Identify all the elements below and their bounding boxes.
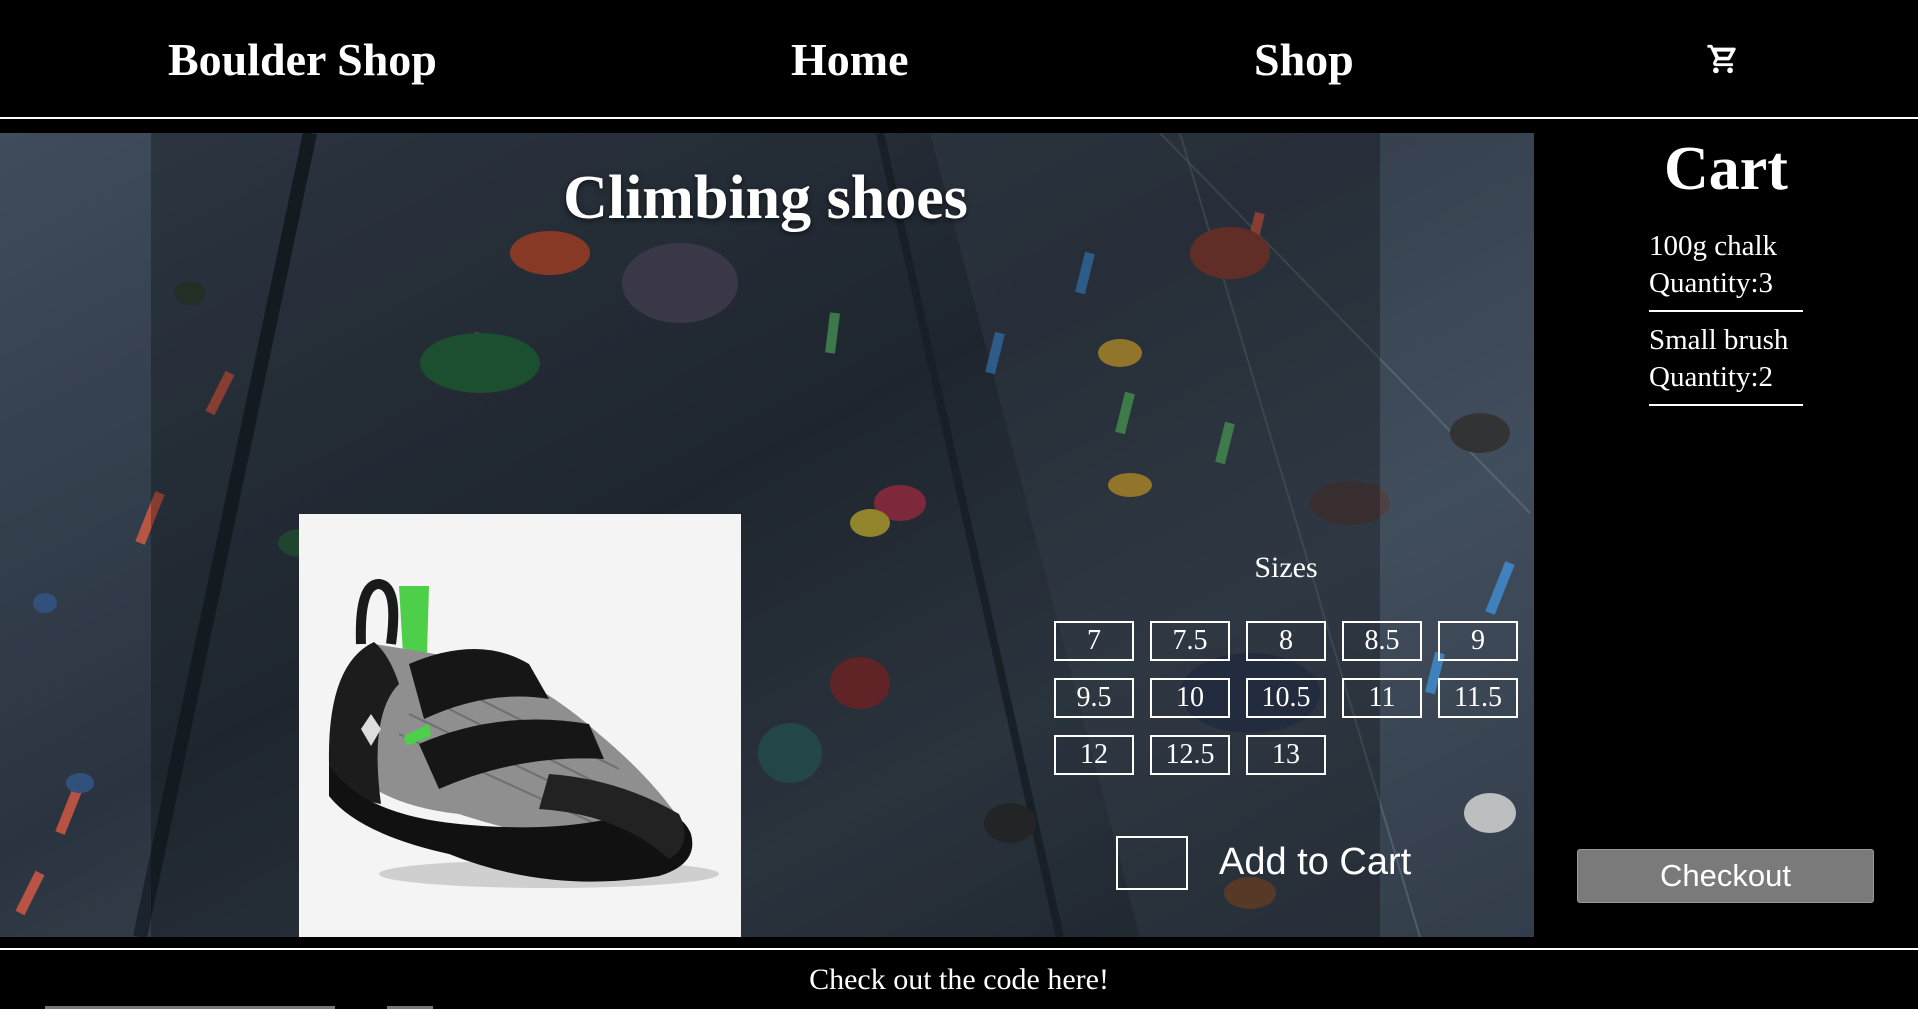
size-option-7-5[interactable]: 7.5	[1150, 621, 1230, 661]
size-option-11[interactable]: 11	[1342, 678, 1422, 718]
size-option-10-5[interactable]: 10.5	[1246, 678, 1326, 718]
nav-home-link[interactable]: Home	[791, 34, 909, 86]
size-option-11-5[interactable]: 11.5	[1438, 678, 1518, 718]
product-title: Climbing shoes	[563, 164, 968, 232]
size-option-9-5[interactable]: 9.5	[1054, 678, 1134, 718]
size-option-8-5[interactable]: 8.5	[1342, 621, 1422, 661]
size-option-10[interactable]: 10	[1150, 678, 1230, 718]
shopping-cart-icon[interactable]	[1706, 42, 1740, 76]
size-option-8[interactable]: 8	[1246, 621, 1326, 661]
site-footer: Check out the code here!	[0, 948, 1918, 1009]
cart-item-quantity: Quantity:2	[1649, 361, 1774, 393]
product-hero: Climbing shoes Sizes 7 7.5 8 8.5 9 9.5 10 10.5 1…	[0, 133, 1534, 937]
cart-item: 100g chalk Quantity:3	[1649, 228, 1803, 312]
cart-item: Small brush Quantity:2	[1649, 322, 1803, 406]
site-header: Boulder Shop Home Shop	[0, 0, 1918, 119]
cart-list: 100g chalk Quantity:3 Small brush Quanti…	[1649, 228, 1803, 416]
size-option-9[interactable]: 9	[1438, 621, 1518, 661]
brand-logo-link[interactable]: Boulder Shop	[168, 34, 437, 86]
nav-shop-link[interactable]: Shop	[1254, 34, 1354, 86]
cart-item-name: Small brush	[1649, 324, 1789, 356]
size-option-13[interactable]: 13	[1246, 735, 1326, 775]
size-selector: 7 7.5 8 8.5 9 9.5 10 10.5 11 11.5 12 12.5 13	[1054, 621, 1519, 775]
cart-item-name: 100g chalk	[1649, 230, 1778, 262]
size-option-12-5[interactable]: 12.5	[1150, 735, 1230, 775]
sizes-label: Sizes	[1254, 551, 1318, 584]
climbing-shoe-image	[299, 514, 741, 937]
cart-title: Cart	[1664, 135, 1788, 203]
size-option-12[interactable]: 12	[1054, 735, 1134, 775]
quantity-input[interactable]	[1116, 836, 1188, 890]
checkout-button[interactable]: Checkout	[1577, 849, 1874, 903]
cart-item-quantity: Quantity:3	[1649, 267, 1774, 299]
climbing-shoe-illustration	[299, 514, 741, 937]
add-to-cart-button[interactable]: Add to Cart	[1219, 839, 1411, 885]
source-code-link[interactable]: Check out the code here!	[0, 962, 1918, 998]
size-option-7[interactable]: 7	[1054, 621, 1134, 661]
